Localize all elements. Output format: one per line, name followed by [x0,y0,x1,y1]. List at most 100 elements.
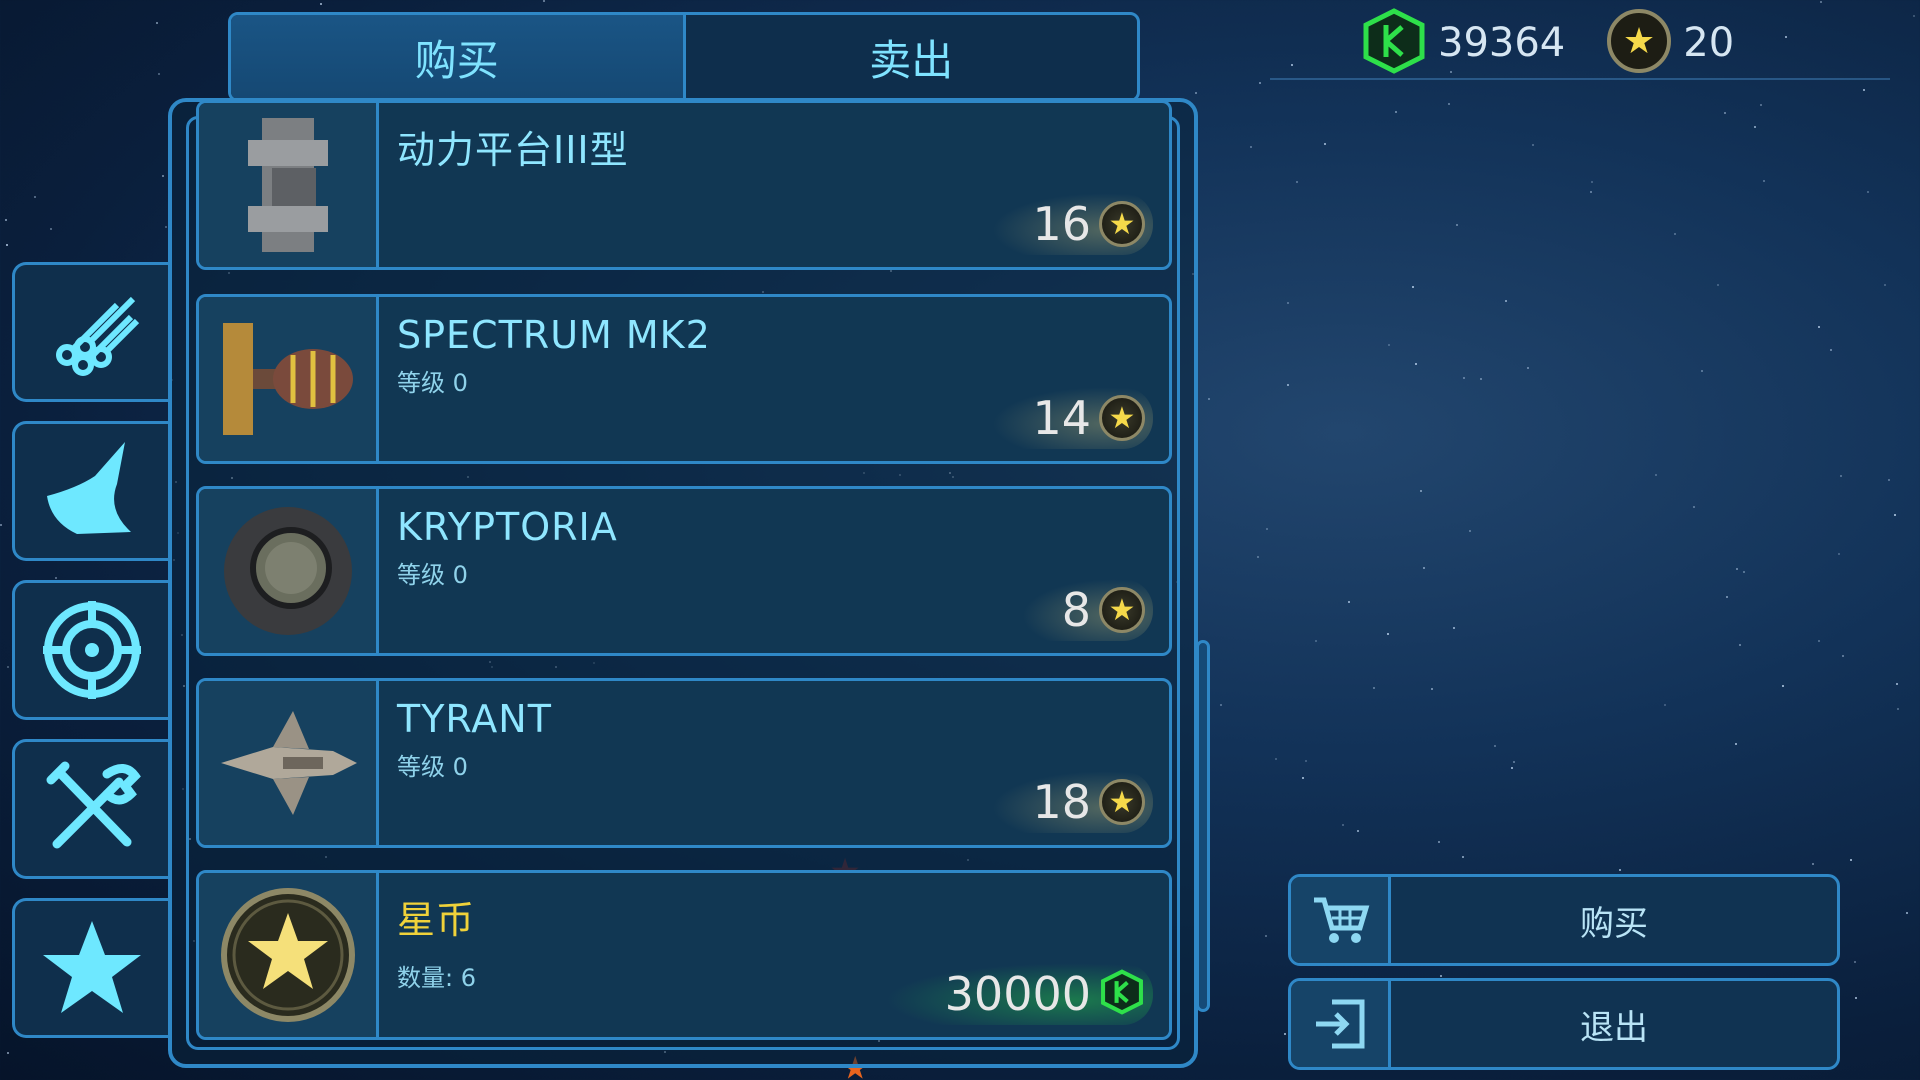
tab-sell[interactable]: 卖出 [682,15,1138,99]
background-star [1463,377,1465,379]
background-star [1208,398,1210,400]
list-item[interactable]: SPECTRUM MK2 等级 0 14 ★ [196,294,1172,464]
background-star [1511,767,1513,769]
list-item[interactable]: 动力平台III型 16 ★ [196,100,1172,270]
background-star [0,524,2,526]
star-coin-icon [199,873,379,1037]
star-coin-icon: ★ [1099,779,1145,825]
tools-icon [46,761,141,849]
item-name: TYRANT [397,697,552,741]
background-star [1415,363,1417,365]
buy-button[interactable]: 购买 [1288,874,1840,966]
stars-value: 20 [1683,20,1735,66]
background-star [1818,326,1820,328]
list-item[interactable]: KRYPTORIA 等级 0 8 ★ [196,486,1172,656]
hull-part-icon [46,442,131,534]
background-star [1913,15,1915,17]
category-hull-button[interactable] [12,421,168,561]
background-star [1287,384,1289,386]
star-coin-icon: ★ [1605,7,1673,79]
cart-icon [1291,877,1391,963]
background-star [1743,571,1745,573]
category-column [12,262,168,1057]
item-name: SPECTRUM MK2 [397,313,711,357]
background-star [1664,704,1666,706]
background-star [1259,82,1261,84]
background-star [1763,180,1765,182]
tyrant-ship-icon [199,681,379,845]
tab-buy[interactable]: 购买 [231,15,683,99]
background-star [1423,567,1425,569]
background-star [1726,596,1728,598]
background-star [1431,688,1433,690]
list-scrollbar[interactable] [1196,640,1210,1012]
spectrum-ship-icon [199,297,379,461]
background-star [6,244,8,246]
background-star [1266,528,1268,530]
category-tools-button[interactable] [12,739,168,879]
background-star [1220,704,1222,706]
price-value: 18 [1032,775,1091,829]
background-star [1438,841,1440,843]
category-weapons-button[interactable] [12,580,168,720]
trade-tabs: 购买 卖出 [228,12,1140,102]
background-star [1440,975,1442,977]
background-star [1619,869,1621,871]
background-star [34,196,36,198]
background-star [1420,490,1422,492]
item-price: 30000 [884,963,1153,1025]
list-item[interactable]: TYRANT 等级 0 18 ★ [196,678,1172,848]
background-star [1469,530,1471,532]
item-price: 16 ★ [992,193,1153,255]
category-special-button[interactable] [12,898,168,1038]
background-star [1388,344,1390,346]
background-star [1395,111,1397,113]
background-star [1812,863,1814,865]
background-star [1373,687,1375,689]
list-item[interactable]: 星币 数量: 6 30000 [196,870,1172,1040]
background-star [1462,856,1464,858]
background-star [1854,961,1856,963]
star-coin-icon: ★ [1099,395,1145,441]
svg-text:★: ★ [1623,21,1655,62]
background-star [1532,144,1534,146]
pipes-icon [55,296,139,376]
background-star [1195,92,1197,94]
background-star [1842,655,1844,657]
background-star [1855,997,1857,999]
background-star [1830,349,1832,351]
background-star [1739,644,1741,646]
background-star [5,219,7,221]
item-price: 14 ★ [992,387,1153,449]
background-star [1513,761,1515,763]
background-star [1754,126,1756,128]
star-icon [42,921,141,1013]
background-star [1590,191,1592,193]
exit-button-label: 退出 [1580,1007,1648,1048]
background-star [162,175,164,177]
background-star [1850,859,1852,861]
background-star [1724,112,1726,114]
background-star [1275,758,1277,760]
background-star [1818,640,1820,642]
background-star [1896,683,1898,685]
power-platform-icon [199,103,379,267]
background-star [1387,633,1389,635]
price-value: 8 [1061,583,1091,637]
background-star [1494,745,1496,747]
item-price: 8 ★ [1021,579,1153,641]
background-star [1760,104,1762,106]
item-name: KRYPTORIA [397,505,618,549]
background-star [1480,378,1482,380]
currency-bar: 39364 ★ 20 [1270,8,1890,80]
exit-button[interactable]: 退出 [1288,978,1840,1070]
background-star [1527,367,1529,369]
price-value: 16 [1032,197,1091,251]
category-resources-button[interactable] [12,262,168,402]
green-crystal-icon [1360,7,1428,79]
background-star [1863,89,1865,91]
item-price: 18 ★ [992,771,1153,833]
background-star [1674,233,1676,235]
background-star [1736,568,1738,570]
background-star [1840,475,1842,477]
